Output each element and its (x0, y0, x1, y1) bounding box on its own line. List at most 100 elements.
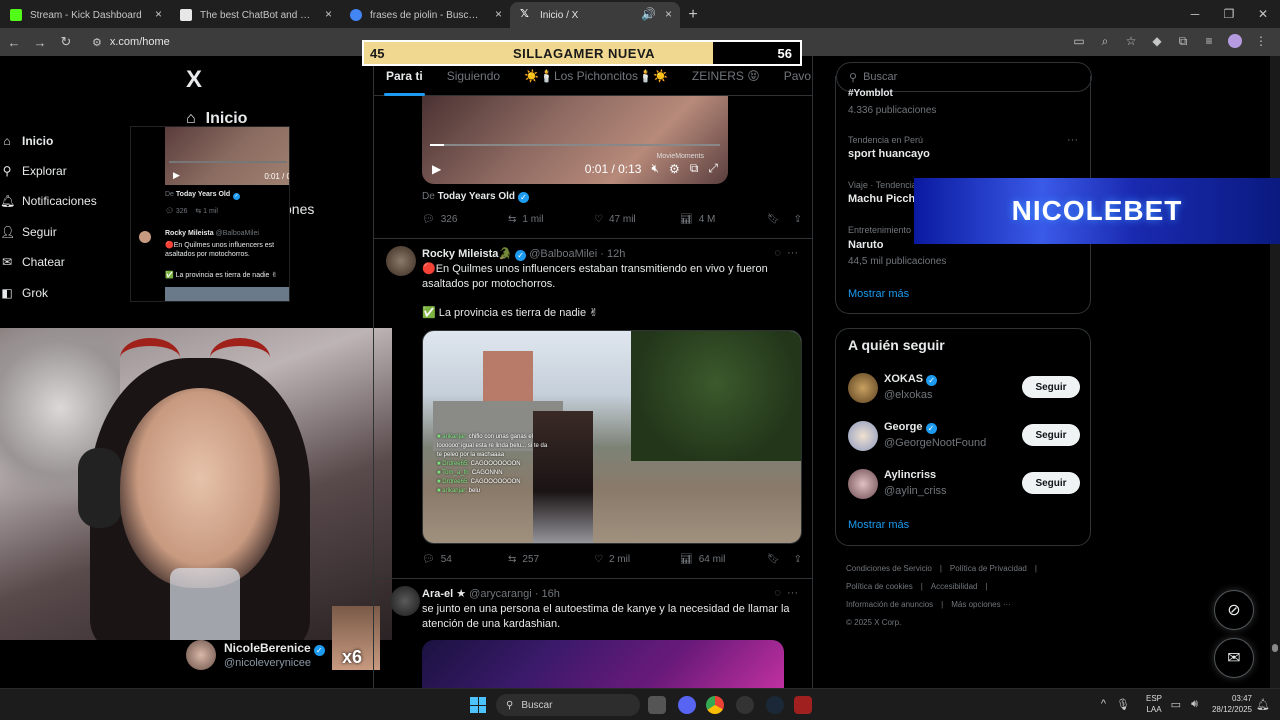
site-info-icon[interactable]: ⚙ (92, 36, 102, 49)
page-scrollbar[interactable] (1270, 56, 1280, 688)
chrome-icon[interactable] (706, 696, 724, 714)
footer-link[interactable]: Información de anuncios (846, 600, 933, 609)
share-icon[interactable]: ⇪ (794, 554, 802, 565)
from-link[interactable]: Today Years Old (438, 191, 515, 202)
task-view-icon[interactable] (648, 696, 666, 714)
close-icon[interactable]: × (155, 7, 162, 21)
post3-media[interactable] (422, 640, 784, 688)
close-icon[interactable]: × (665, 7, 672, 21)
author-avatar[interactable] (386, 246, 416, 276)
follow-name[interactable]: George ✓ (884, 421, 937, 434)
mini-video-thumbnail[interactable]: ▶ 0:01 / 0 (165, 127, 289, 185)
nav-item-explorar[interactable]: ⚲ Explorar (0, 164, 67, 178)
more-icon[interactable]: ··· (787, 587, 798, 599)
pip-icon[interactable]: ⧉ (690, 161, 699, 176)
windows-start-icon[interactable] (470, 697, 486, 713)
messages-fab-icon[interactable]: ✉ (1214, 638, 1254, 678)
mute-icon[interactable]: 🔊 (641, 7, 656, 21)
repost-button[interactable]: ⇆ 257 (508, 554, 594, 565)
trend-title[interactable]: Naruto (848, 239, 883, 251)
grok-icon[interactable]: ◌ (774, 587, 781, 599)
dota-icon[interactable] (794, 696, 812, 714)
minimize-icon[interactable]: ─ (1178, 0, 1212, 28)
nav-item-grok[interactable]: ◧ Grok (0, 286, 48, 300)
trend-title[interactable]: sport huancayo (848, 148, 930, 160)
footer-link[interactable]: Política de cookies (846, 582, 913, 591)
back-icon[interactable]: ← (2, 30, 26, 54)
language-indicator[interactable]: ESP LAA (1146, 693, 1162, 715)
follow-avatar[interactable] (848, 373, 878, 403)
author-name[interactable]: Rocky Mileista🐊 (422, 248, 512, 260)
nav-item-inicio[interactable]: ⌂ Inicio (0, 134, 53, 148)
trend-title[interactable]: #Yomblot (848, 88, 893, 96)
reading-list-icon[interactable]: ≡ (1198, 30, 1220, 52)
show-more-link[interactable]: Mostrar más (848, 519, 909, 531)
footer-link[interactable]: Condiciones de Servicio (846, 564, 932, 573)
play-icon[interactable]: ▶ (173, 170, 180, 181)
network-icon[interactable]: ▭ (1171, 698, 1181, 711)
menu-kebab-icon[interactable]: ⋮ (1250, 30, 1272, 52)
reply-button[interactable]: 💬︎ 54 (422, 554, 508, 565)
close-icon[interactable]: × (325, 7, 332, 21)
tab-chatbot[interactable]: The best ChatBot and Widgets × (170, 2, 340, 28)
discord-icon[interactable] (678, 696, 696, 714)
repost-button[interactable]: ⇆ 1 mil (508, 214, 594, 225)
nav-item-chatear[interactable]: ✉ Chatear (0, 255, 65, 269)
follow-button[interactable]: Seguir (1022, 424, 1080, 446)
play-icon[interactable]: ▶ (432, 162, 441, 176)
tab-x-home[interactable]: 𝕏 Inicio / X 🔊 × (510, 2, 680, 28)
footer-link[interactable]: Accesibilidad (931, 582, 978, 591)
author-avatar[interactable] (390, 586, 420, 616)
extension-icon[interactable]: ◆ (1146, 30, 1168, 52)
tab-google-search[interactable]: frases de piolin - Buscar con Google × (340, 2, 510, 28)
like-button[interactable]: ♡ 47 mil (594, 214, 680, 225)
show-more-link[interactable]: Mostrar más (848, 288, 909, 300)
views-button[interactable]: 📊︎ 64 mil (680, 554, 766, 565)
volume-icon[interactable]: 🔊︎ (1191, 698, 1198, 711)
tab-kick-dashboard[interactable]: Stream - Kick Dashboard × (0, 2, 170, 28)
new-tab-button[interactable]: + (680, 2, 706, 28)
like-button[interactable]: ♡ 2 mil (594, 554, 680, 565)
follow-button[interactable]: Seguir (1022, 472, 1080, 494)
share-icon[interactable]: ⇪ (794, 214, 802, 225)
footer-link[interactable]: Política de Privacidad (950, 564, 1027, 573)
chevron-up-icon[interactable]: ^ (1101, 698, 1106, 711)
author-handle[interactable]: @arycarangi (469, 588, 532, 600)
footer-link[interactable]: Más opciones ··· (951, 600, 1011, 609)
x-logo-icon[interactable]: X (186, 66, 202, 94)
follow-name[interactable]: XOKAS ✓ (884, 373, 938, 386)
microphone-icon[interactable]: 🎙︎ (1116, 698, 1130, 711)
profile-avatar[interactable] (1224, 30, 1246, 52)
nav-item-notificaciones[interactable]: 🔔︎ Notificaciones (0, 194, 97, 208)
post2-video[interactable]: ■ arikanjar: chiflo con unas ganas el loo… (422, 330, 802, 544)
follow-button[interactable]: Seguir (1022, 376, 1080, 398)
forward-icon[interactable]: → (28, 30, 52, 54)
grok-fab-icon[interactable]: ⊘ (1214, 590, 1254, 630)
more-icon[interactable]: ··· (1067, 134, 1078, 146)
mute-icon[interactable]: 🔇︎ (651, 161, 659, 176)
trend-title[interactable]: Machu Picchu (848, 193, 922, 205)
taskbar-clock[interactable]: 03:47 28/12/2025 (1208, 693, 1252, 715)
close-icon[interactable]: × (495, 7, 502, 21)
zoom-icon[interactable]: ⌕ (1094, 30, 1116, 52)
grok-icon[interactable]: ◌ (774, 247, 781, 259)
extensions-puzzle-icon[interactable]: ⧉ (1172, 30, 1194, 52)
maximize-icon[interactable]: ❐ (1212, 0, 1246, 28)
bookmark-star-icon[interactable]: ☆ (1120, 30, 1142, 52)
follow-avatar[interactable] (848, 421, 878, 451)
fullscreen-icon[interactable]: ⤢ (708, 161, 718, 176)
close-window-icon[interactable]: ✕ (1246, 0, 1280, 28)
nav-item-seguir[interactable]: 👤︎ Seguir (0, 225, 57, 239)
bookmark-icon[interactable]: 🔖︎ (767, 214, 780, 225)
notification-bell-icon[interactable]: 🔔︎ (1256, 698, 1270, 711)
taskbar-search[interactable]: ⚲ Buscar (496, 694, 640, 716)
scrollbar-thumb[interactable] (1272, 644, 1278, 652)
settings-gear-icon[interactable]: ⚙ (669, 162, 680, 176)
views-button[interactable]: 📊︎ 4 M (680, 214, 766, 225)
reply-button[interactable]: 💬︎ 326 (422, 214, 508, 225)
author-handle[interactable]: @BalboaMilei (529, 248, 597, 260)
author-name[interactable]: Ara-el ★ (422, 588, 466, 600)
steam-icon[interactable] (766, 696, 784, 714)
more-icon[interactable]: ··· (787, 247, 798, 259)
follow-avatar[interactable] (848, 469, 878, 499)
